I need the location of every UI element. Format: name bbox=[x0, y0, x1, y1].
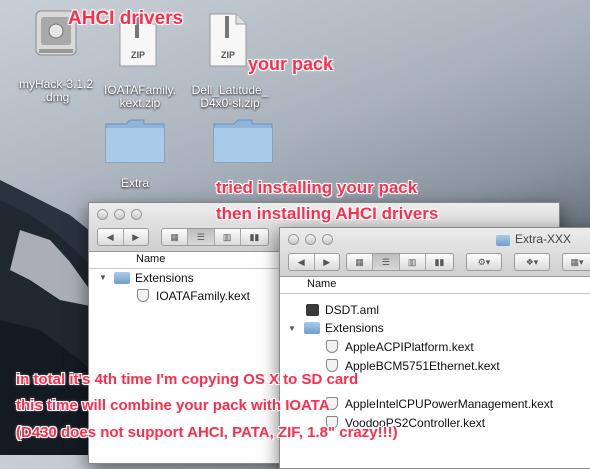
column-header[interactable]: Name bbox=[280, 277, 590, 294]
window-title: Extra-XXX bbox=[515, 232, 572, 246]
annotation-bottom-line-2: this time will combine your pack with IO… bbox=[16, 397, 330, 414]
zip-badge: ZIP bbox=[221, 50, 235, 60]
desktop-icon-label: IOATAFamily. kext.zip bbox=[104, 83, 176, 110]
kext-bundle-icon bbox=[137, 289, 149, 302]
back-forward-control[interactable]: ◀ ▶ bbox=[288, 253, 340, 271]
list-item-label: AppleACPIPlatform.kext bbox=[345, 340, 474, 354]
annotation-tried-line-2: then installing AHCI drivers bbox=[216, 204, 439, 223]
list-view-icon[interactable]: ☰ bbox=[373, 254, 400, 270]
desktop-icon-label: Dell_Latitude_ D4x0-sl.zip bbox=[191, 83, 269, 110]
zip-badge: ZIP bbox=[131, 50, 145, 60]
minimize-button[interactable] bbox=[305, 234, 316, 245]
arrange-icon: ▦▾ bbox=[570, 256, 584, 267]
list-item[interactable]: AppleIntelCPUPowerManagement.kext bbox=[326, 396, 553, 412]
list-item[interactable]: DSDT.aml bbox=[306, 302, 379, 318]
cover-flow-icon[interactable]: ▮▮ bbox=[241, 229, 268, 245]
column-view-icon[interactable]: ▥ bbox=[400, 254, 426, 270]
zoom-button[interactable] bbox=[131, 209, 142, 220]
annotation-tried-line-1: tried installing your pack bbox=[216, 178, 418, 197]
list-item-label: AppleIntelCPUPowerManagement.kext bbox=[345, 397, 554, 411]
annotation-bottom-line-1: in total it's 4th time I'm copying OS X … bbox=[16, 371, 359, 388]
name-column-header[interactable]: Name bbox=[136, 253, 165, 265]
folder-icon bbox=[114, 272, 130, 284]
list-item[interactable]: Extensions bbox=[114, 270, 194, 286]
list-item[interactable]: AppleACPIPlatform.kext bbox=[326, 339, 474, 355]
close-button[interactable] bbox=[288, 234, 299, 245]
cover-flow-icon[interactable]: ▮▮ bbox=[426, 254, 453, 270]
icon-view-icon[interactable]: ▦ bbox=[347, 254, 374, 270]
dropbox-menu-button[interactable]: ❖▾ bbox=[514, 253, 550, 271]
forward-icon[interactable]: ▶ bbox=[124, 229, 149, 245]
list-item[interactable]: Extensions bbox=[304, 320, 384, 336]
dropbox-icon: ❖▾ bbox=[525, 256, 539, 267]
view-mode-control[interactable]: ▦ ☰ ▥ ▮▮ bbox=[161, 228, 269, 246]
list-item-label: IOATAFamily.kext bbox=[156, 289, 251, 303]
forward-icon[interactable]: ▶ bbox=[315, 254, 340, 270]
back-icon[interactable]: ◀ bbox=[289, 254, 315, 270]
list-item-label: Extensions bbox=[135, 271, 194, 285]
folder-icon bbox=[304, 322, 320, 334]
list-item-label: DSDT.aml bbox=[325, 303, 380, 317]
annotation-your-pack: your pack bbox=[248, 54, 334, 74]
desktop-icon-label: myHack-3.1.2 .dmg bbox=[18, 77, 94, 104]
back-icon[interactable]: ◀ bbox=[98, 229, 124, 245]
list-item-label: AppleBCM5751Ethernet.kext bbox=[345, 359, 500, 373]
zip-archive-icon: ZIP bbox=[209, 13, 247, 67]
list-item[interactable]: IOATAFamily.kext bbox=[137, 288, 250, 304]
list-view-icon[interactable]: ☰ bbox=[188, 229, 215, 245]
close-button[interactable] bbox=[97, 209, 108, 220]
folder-icon bbox=[105, 119, 165, 163]
column-view-icon[interactable]: ▥ bbox=[215, 229, 241, 245]
name-column-header[interactable]: Name bbox=[307, 278, 336, 290]
gear-icon: ⚙▾ bbox=[477, 256, 491, 267]
disclosure-triangle-icon[interactable]: ▼ bbox=[288, 324, 296, 333]
folder-icon bbox=[496, 235, 510, 246]
action-menu-button[interactable]: ⚙▾ bbox=[466, 253, 502, 271]
list-item-label: Extensions bbox=[325, 321, 384, 335]
disclosure-triangle-icon[interactable]: ▼ bbox=[99, 273, 107, 282]
window-toolbar: Extra-XXX ◀ ▶ ▦ ☰ ▥ ▮▮ ⚙▾ ❖▾ ▦▾ bbox=[280, 228, 590, 277]
icon-view-icon[interactable]: ▦ bbox=[162, 229, 189, 245]
kext-bundle-icon bbox=[326, 340, 338, 353]
folder-icon[interactable] bbox=[212, 116, 274, 164]
annotation-ahci-drivers: AHCI drivers bbox=[68, 8, 184, 29]
minimize-button[interactable] bbox=[114, 209, 125, 220]
zoom-button[interactable] bbox=[322, 234, 333, 245]
arrange-menu-button[interactable]: ▦▾ bbox=[562, 253, 590, 271]
desktop-icon-label: Extra bbox=[120, 176, 149, 190]
view-mode-control[interactable]: ▦ ☰ ▥ ▮▮ bbox=[346, 253, 454, 271]
document-icon bbox=[306, 304, 319, 316]
annotation-bottom-line-3: (D430 does not support AHCI, PATA, ZIF, … bbox=[16, 424, 398, 441]
back-forward-control[interactable]: ◀ ▶ bbox=[97, 228, 149, 246]
